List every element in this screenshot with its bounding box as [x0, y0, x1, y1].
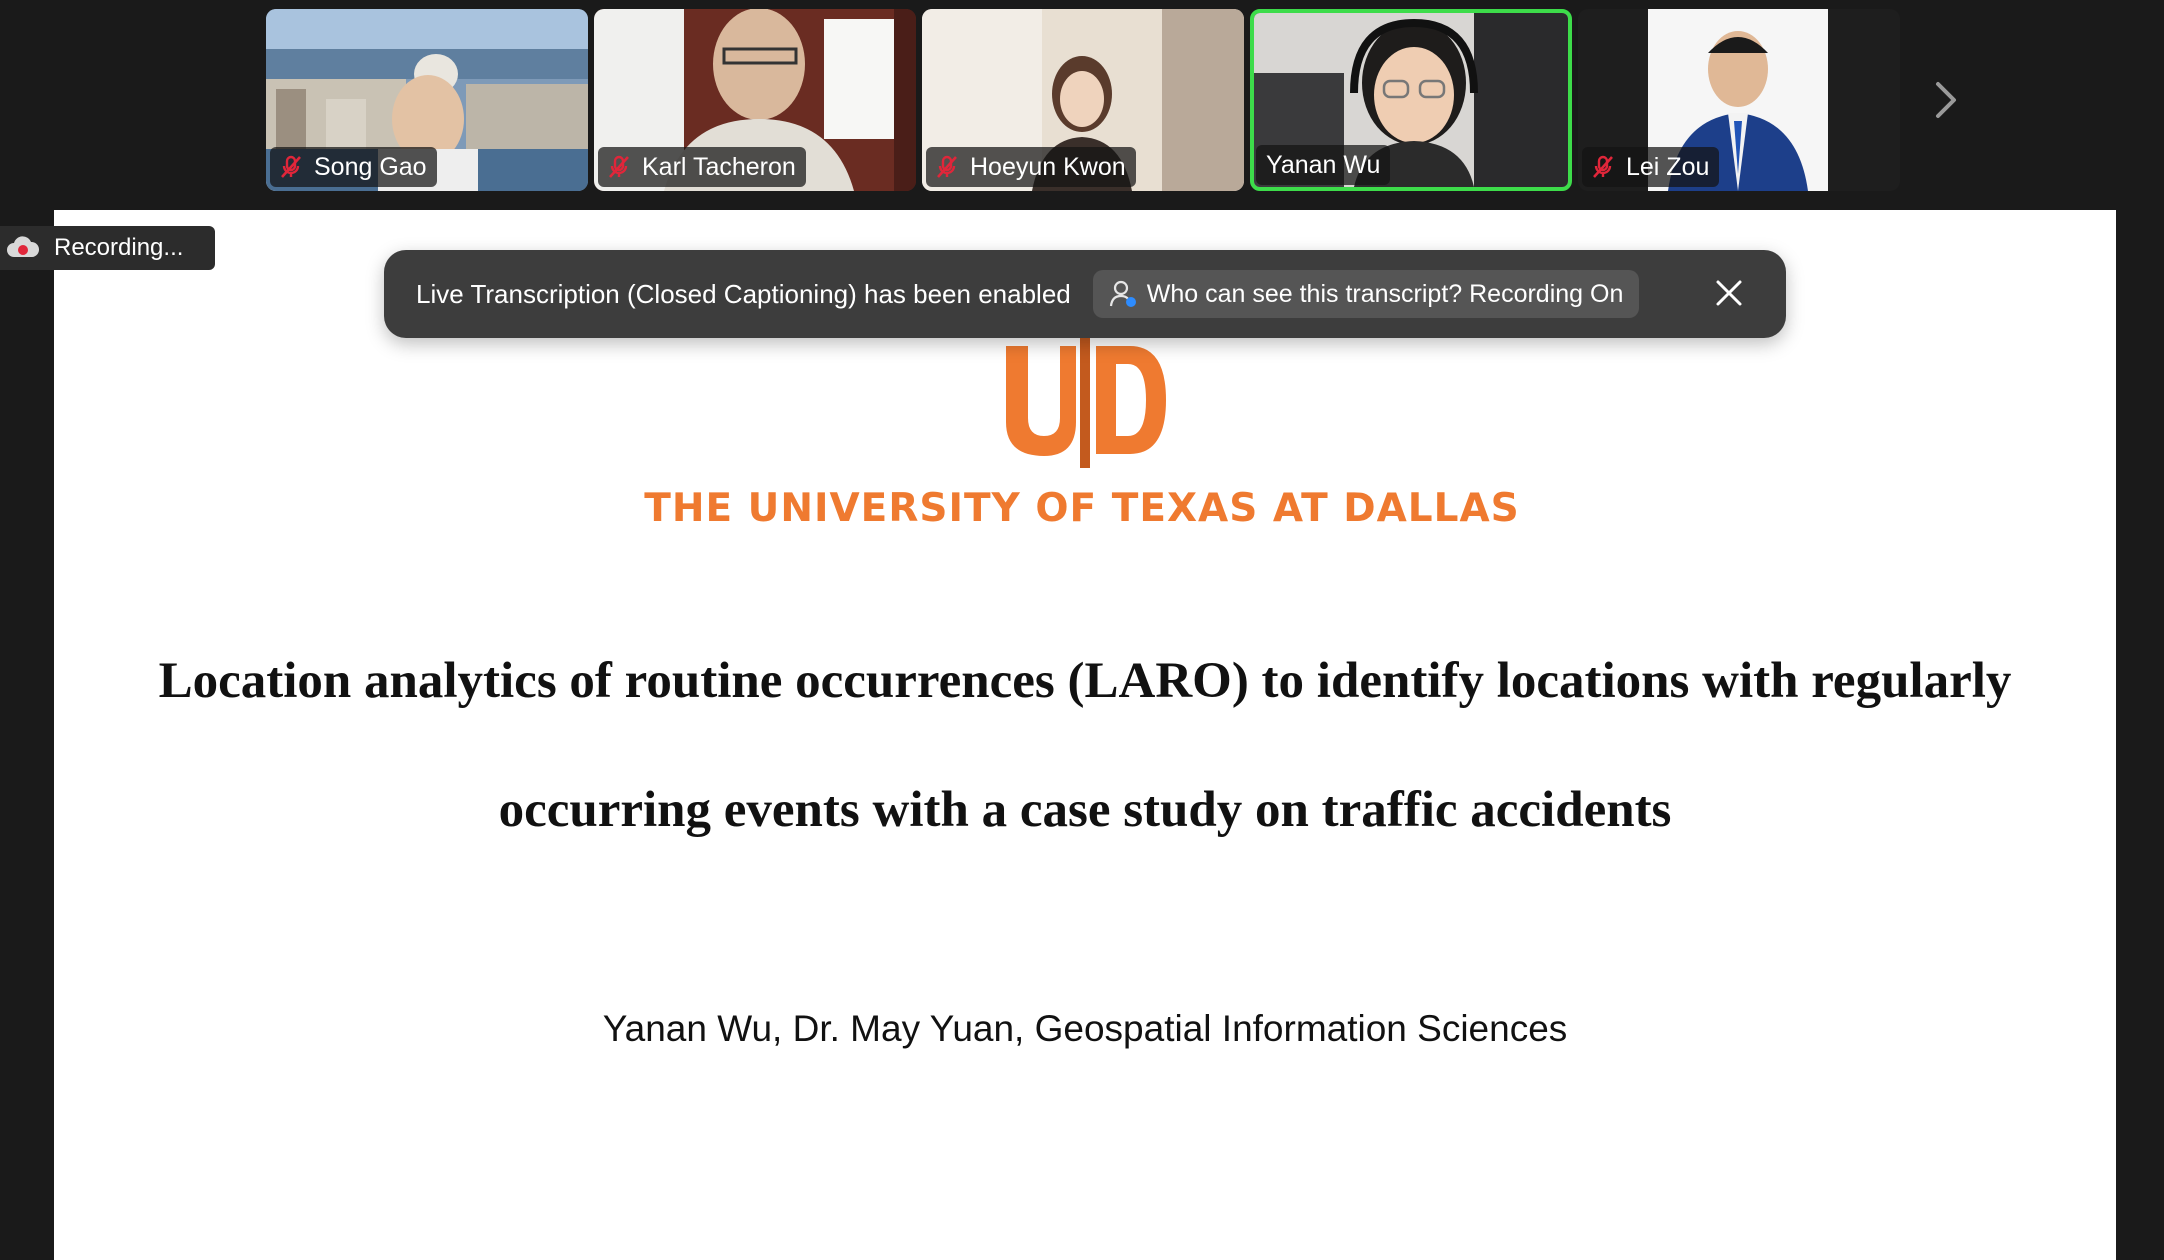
mic-muted-icon	[281, 155, 301, 178]
participant-name: Yanan Wu	[1266, 150, 1381, 179]
utd-logo	[1006, 318, 1166, 468]
who-can-see-transcript-button[interactable]: Who can see this transcript? Recording O…	[1092, 270, 1640, 318]
participant-name-pill: Yanan Wu	[1256, 145, 1391, 185]
participant-gallery: Song Gao Karl Tacheron Hoeyun Kwon Yanan…	[0, 0, 2164, 200]
cloud-record-icon	[7, 236, 40, 257]
participant-name-pill: Lei Zou	[1582, 147, 1720, 187]
participant-tile-hoeyun-kwon[interactable]: Hoeyun Kwon	[922, 9, 1244, 191]
slide-title-line-1: Location analytics of routine occurrence…	[158, 653, 2012, 709]
person-icon	[1109, 280, 1136, 307]
participant-name: Song Gao	[314, 152, 427, 181]
slide-title-line-2: occurring events with a case study on tr…	[498, 782, 1672, 838]
slide-authors: Yanan Wu, Dr. May Yuan, Geospatial Infor…	[602, 1008, 1568, 1049]
participant-name-pill: Karl Tacheron	[598, 147, 806, 187]
banner-message: Live Transcription (Closed Captioning) h…	[416, 278, 1071, 309]
participant-tile-lei-zou[interactable]: Lei Zou	[1578, 9, 1900, 191]
live-transcription-banner: Live Transcription (Closed Captioning) h…	[384, 250, 1786, 338]
mic-muted-icon	[937, 155, 957, 178]
participant-name: Hoeyun Kwon	[970, 152, 1126, 181]
participant-name-pill: Song Gao	[270, 147, 437, 187]
close-icon[interactable]	[1712, 276, 1746, 310]
participant-name: Karl Tacheron	[642, 152, 796, 181]
chevron-right-icon	[1936, 82, 1956, 118]
university-name: THE UNIVERSITY OF TEXAS AT DALLAS	[644, 486, 1520, 531]
gallery-next-button[interactable]	[1920, 70, 1970, 130]
recording-label: Recording...	[54, 234, 184, 261]
participant-tile-karl-tacheron[interactable]: Karl Tacheron	[594, 9, 916, 191]
mic-muted-icon	[1593, 155, 1613, 178]
participant-tile-yanan-wu-speaking[interactable]: Yanan Wu	[1250, 9, 1572, 191]
who-can-see-label: Who can see this transcript? Recording O…	[1146, 279, 1624, 308]
recording-indicator[interactable]: Recording...	[0, 226, 215, 270]
mic-muted-icon	[609, 155, 629, 178]
participant-name-pill: Hoeyun Kwon	[926, 147, 1136, 187]
participant-tile-song-gao[interactable]: Song Gao	[266, 9, 588, 191]
participant-name: Lei Zou	[1626, 152, 1710, 181]
